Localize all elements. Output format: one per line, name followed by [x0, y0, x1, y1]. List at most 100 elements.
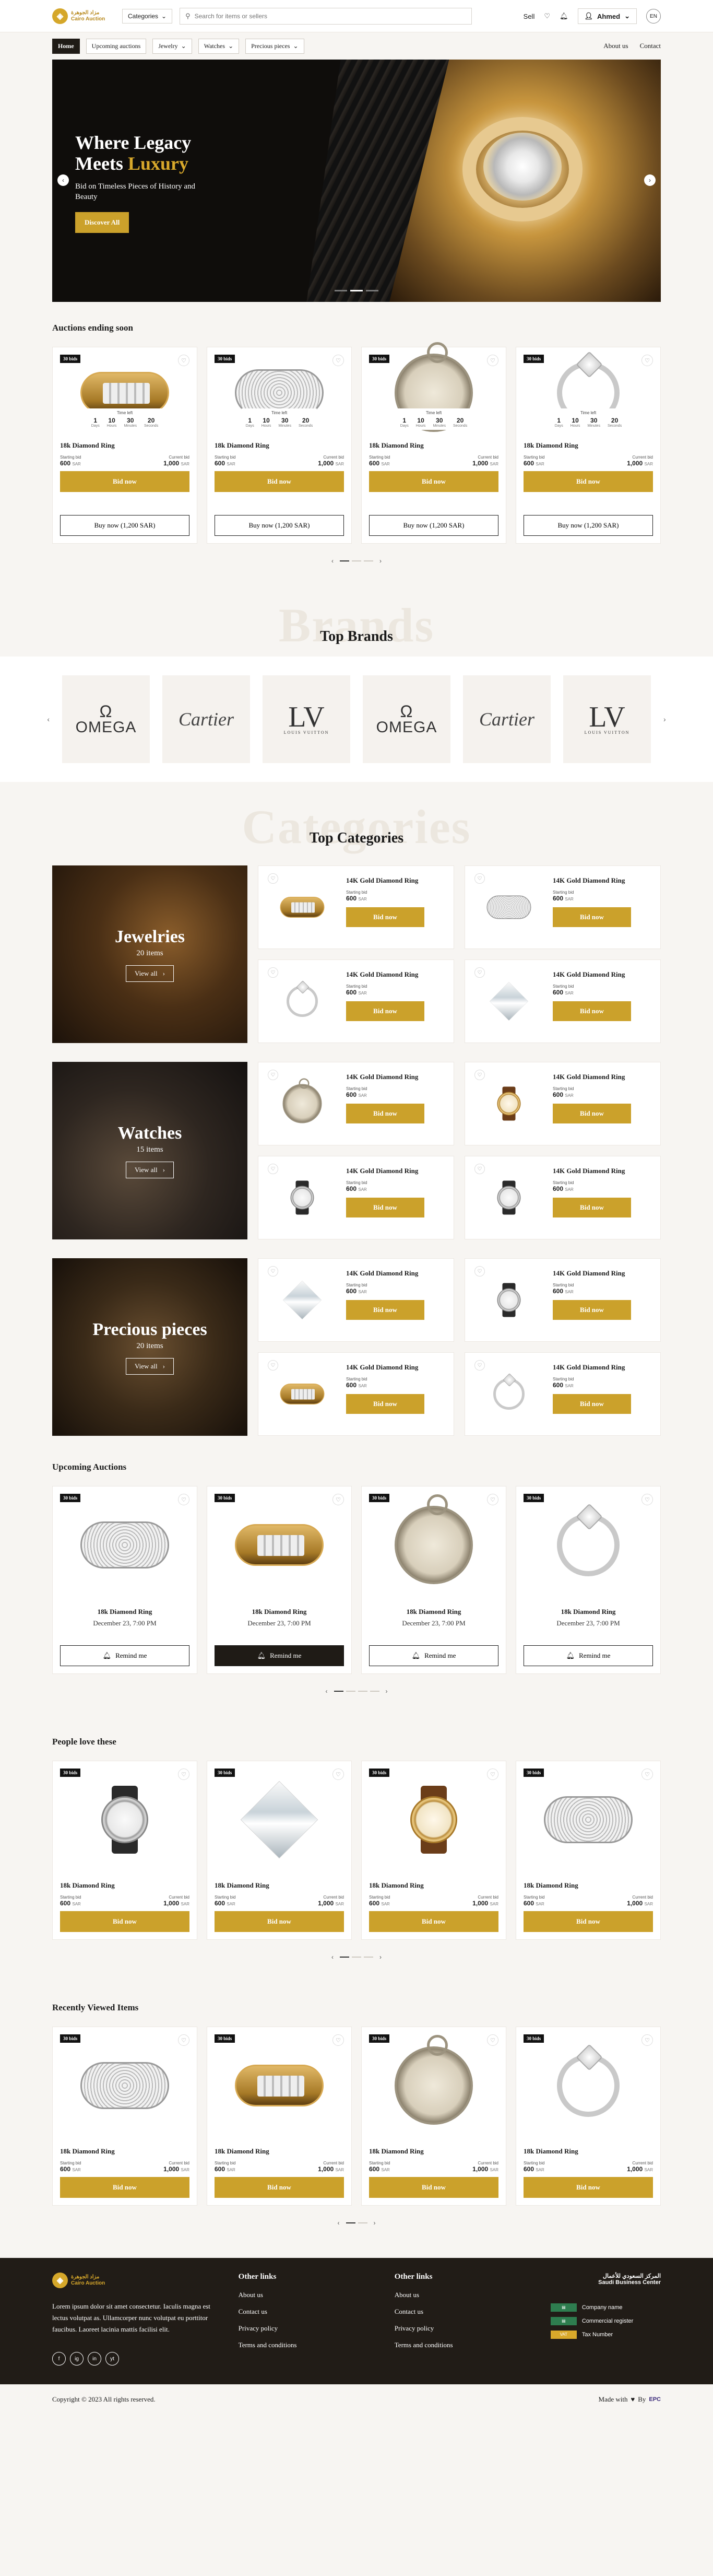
footer-link-contact[interactable]: Contact us — [239, 2308, 374, 2316]
brand-louis-vuitton[interactable]: LV LOUIS VUITTON — [563, 675, 651, 763]
product-name[interactable]: 18k Diamond Ring — [369, 1608, 498, 1616]
nav-about[interactable]: About us — [603, 42, 628, 50]
product-name[interactable]: 14K Gold Diamond Ring — [553, 1363, 653, 1372]
heart-icon[interactable]: ♡ — [474, 967, 485, 978]
discover-all-button[interactable]: Discover All — [75, 212, 129, 233]
chevron-right-icon[interactable]: › — [374, 2219, 376, 2227]
bid-now-button[interactable]: Bid now — [553, 1104, 631, 1123]
brand-cartier[interactable]: Cartier — [463, 675, 551, 763]
bid-now-button[interactable]: Bid now — [524, 2177, 653, 2198]
product-name[interactable]: 18k Diamond Ring — [60, 1608, 189, 1616]
product-name[interactable]: 14K Gold Diamond Ring — [346, 1363, 446, 1372]
pager-dot[interactable] — [364, 560, 373, 561]
bid-now-button[interactable]: Bid now — [215, 1911, 344, 1932]
bid-now-button[interactable]: Bid now — [346, 907, 424, 927]
footer-link-contact[interactable]: Contact us — [395, 2308, 530, 2316]
product-card[interactable]: 30 bids ♡ 18k Diamond Ring Starting bid … — [361, 2027, 506, 2206]
bid-now-button[interactable]: Bid now — [346, 1104, 424, 1123]
heart-icon[interactable]: ♡ — [641, 2034, 653, 2046]
nav-watches[interactable]: Watches ⌄ — [198, 38, 240, 54]
chevron-right-icon[interactable]: › — [644, 174, 656, 186]
category-product-card[interactable]: ♡ 14K Gold Diamond Ring Starting bid 600… — [465, 865, 661, 949]
pager-dot[interactable] — [352, 560, 361, 561]
product-card[interactable]: 30 bids ♡ 18k Diamond Ring Starting bid … — [207, 2027, 352, 2206]
nav-upcoming[interactable]: Upcoming auctions — [86, 38, 147, 54]
remind-me-button[interactable]: 🔔︎ Remind me — [60, 1645, 189, 1666]
heart-icon[interactable]: ♡ — [268, 1164, 278, 1174]
brand-omega[interactable]: Ω OMEGA — [62, 675, 150, 763]
heart-icon[interactable]: ♡ — [268, 967, 278, 978]
bid-now-button[interactable]: Bid now — [524, 1911, 653, 1932]
pager-dot[interactable] — [334, 1691, 343, 1692]
buy-now-button[interactable]: Buy now (1,200 SAR) — [60, 515, 189, 536]
heart-icon[interactable]: ♡ — [332, 1769, 344, 1780]
heart-icon[interactable]: ♡ — [268, 1360, 278, 1371]
chevron-right-icon[interactable]: › — [379, 557, 382, 565]
chevron-left-icon[interactable]: ‹ — [326, 1688, 328, 1695]
remind-me-button[interactable]: 🔔︎ Remind me — [369, 1645, 498, 1666]
chevron-right-icon[interactable]: › — [386, 1688, 388, 1695]
nav-jewelry[interactable]: Jewelry ⌄ — [152, 38, 192, 54]
product-name[interactable]: 14K Gold Diamond Ring — [346, 970, 446, 979]
sell-link[interactable]: Sell — [524, 13, 535, 20]
heart-icon[interactable]: ♡ — [178, 355, 189, 366]
brand-louis-vuitton[interactable]: LV LOUIS VUITTON — [263, 675, 350, 763]
chevron-left-icon[interactable]: ‹ — [331, 1953, 334, 1961]
auction-card[interactable]: 30 bids ♡ Time left 1 Days 10 Hours 30 Minute… — [516, 347, 661, 544]
product-name[interactable]: 18k Diamond Ring — [60, 2147, 189, 2156]
footer-link-privacy[interactable]: Privacy policy — [395, 2324, 530, 2333]
footer-link-terms[interactable]: Terms and conditions — [395, 2341, 530, 2349]
category-product-card[interactable]: ♡ 14K Gold Diamond Ring Starting bid 600… — [465, 1352, 661, 1436]
linkedin-icon[interactable]: in — [88, 2352, 101, 2366]
product-name[interactable]: 18k Diamond Ring — [60, 441, 189, 450]
bid-now-button[interactable]: Bid now — [346, 1198, 424, 1217]
buy-now-button[interactable]: Buy now (1,200 SAR) — [524, 515, 653, 536]
view-all-button[interactable]: View all › — [126, 1161, 174, 1178]
product-name[interactable]: 14K Gold Diamond Ring — [346, 1073, 446, 1081]
hero-dot[interactable] — [350, 290, 363, 291]
buy-now-button[interactable]: Buy now (1,200 SAR) — [369, 515, 498, 536]
auction-card[interactable]: 30 bids ♡ Time left 1 Days 10 Hours 30 Minute… — [361, 342, 506, 544]
pager-dot[interactable] — [352, 1957, 361, 1958]
product-name[interactable]: 14K Gold Diamond Ring — [553, 1167, 653, 1175]
pager-dot[interactable] — [358, 1691, 367, 1692]
product-card[interactable]: 30 bids ♡ 18k Diamond Ring Starting bid … — [52, 1761, 197, 1940]
heart-icon[interactable]: ♡ — [487, 2034, 498, 2046]
upcoming-card[interactable]: 30 bids ♡ 18k Diamond Ring December 23, … — [207, 1486, 352, 1674]
heart-icon[interactable]: ♡ — [474, 1070, 485, 1080]
product-name[interactable]: 18k Diamond Ring — [215, 1608, 344, 1616]
pager-dot[interactable] — [364, 1957, 373, 1958]
bid-now-button[interactable]: Bid now — [346, 1300, 424, 1320]
heart-icon[interactable]: ♡ — [332, 2034, 344, 2046]
category-product-card[interactable]: ♡ 14K Gold Diamond Ring Starting bid 600… — [258, 1258, 454, 1342]
category-product-card[interactable]: ♡ 14K Gold Diamond Ring Starting bid 600… — [465, 1062, 661, 1145]
product-card[interactable]: 30 bids ♡ 18k Diamond Ring Starting bid … — [361, 1761, 506, 1940]
instagram-icon[interactable]: ig — [70, 2352, 84, 2366]
product-name[interactable]: 14K Gold Diamond Ring — [346, 1167, 446, 1175]
footer-link-privacy[interactable]: Privacy policy — [239, 2324, 374, 2333]
heart-icon[interactable]: ♡ — [332, 1494, 344, 1505]
product-card[interactable]: 30 bids ♡ 18k Diamond Ring Starting bid … — [516, 2027, 661, 2206]
bid-now-button[interactable]: Bid now — [60, 2177, 189, 2198]
pager-dot[interactable] — [346, 1691, 355, 1692]
product-name[interactable]: 14K Gold Diamond Ring — [553, 876, 653, 885]
auction-card[interactable]: 30 bids ♡ Time left 1 Days 10 Hours 30 Minute… — [52, 347, 197, 544]
heart-icon[interactable]: ♡ — [487, 1494, 498, 1505]
heart-icon[interactable]: ♡ — [487, 355, 498, 366]
category-banner[interactable]: Watches 15 items View all › — [52, 1062, 247, 1239]
pager-dot[interactable] — [358, 2222, 367, 2223]
heart-icon[interactable]: ♡ — [474, 1164, 485, 1174]
product-name[interactable]: 18k Diamond Ring — [524, 441, 653, 450]
youtube-icon[interactable]: yt — [105, 2352, 119, 2366]
categories-dropdown[interactable]: Categories ⌄ — [122, 9, 173, 24]
auction-card[interactable]: 30 bids ♡ Time left 1 Days 10 Hours 30 Minute… — [207, 347, 352, 544]
buy-now-button[interactable]: Buy now (1,200 SAR) — [215, 515, 344, 536]
product-card[interactable]: 30 bids ♡ 18k Diamond Ring Starting bid … — [207, 1761, 352, 1940]
category-product-card[interactable]: ♡ 14K Gold Diamond Ring Starting bid 600… — [465, 959, 661, 1043]
category-banner[interactable]: Precious pieces 20 items View all › — [52, 1258, 247, 1436]
facebook-icon[interactable]: f — [52, 2352, 66, 2366]
heart-icon[interactable]: ♡ — [641, 1769, 653, 1780]
upcoming-card[interactable]: 30 bids ♡ 18k Diamond Ring December 23, … — [361, 1486, 506, 1674]
heart-icon[interactable]: ♡ — [474, 873, 485, 884]
remind-me-button[interactable]: 🔔︎ Remind me — [524, 1645, 653, 1666]
